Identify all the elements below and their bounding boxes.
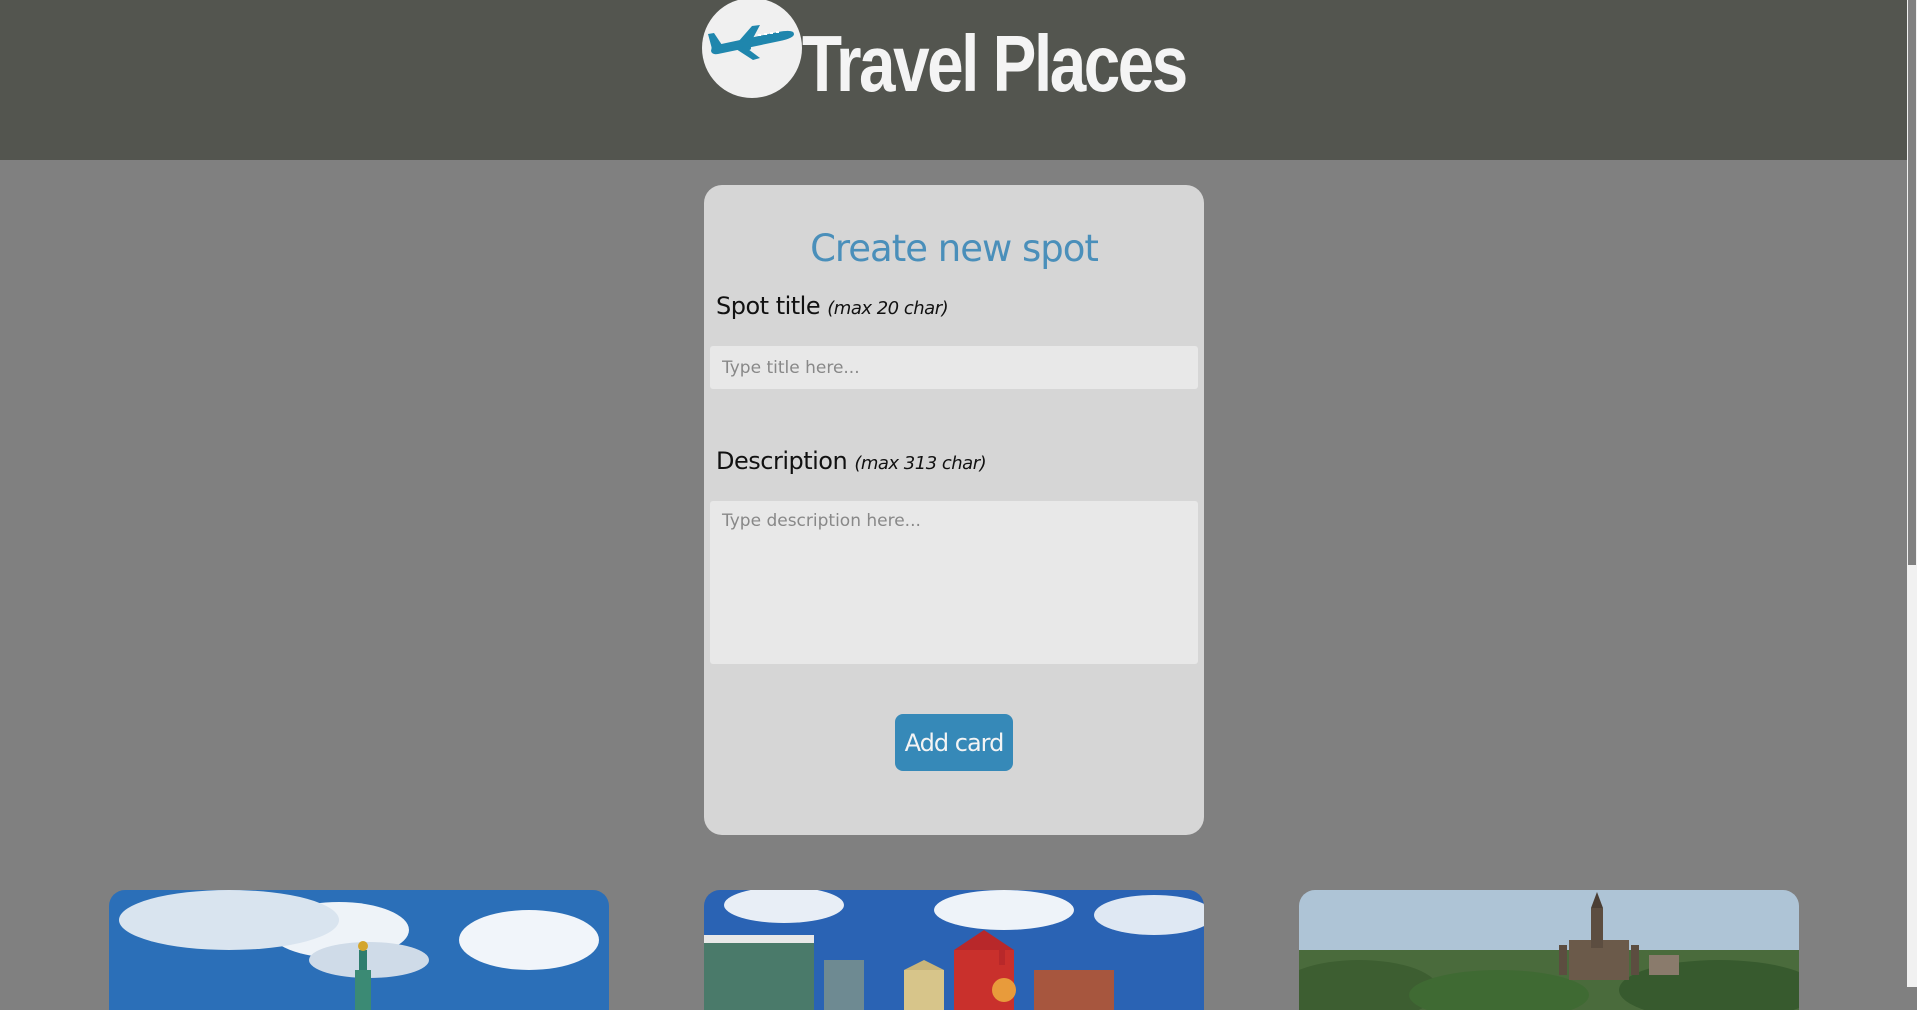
description-textarea[interactable] <box>710 501 1198 664</box>
create-spot-form: Create new spot Spot title (max 20 char)… <box>704 185 1204 835</box>
add-card-button[interactable]: Add card <box>895 714 1013 771</box>
spot-card[interactable] <box>1299 890 1799 1010</box>
spot-title-label-text: Spot title <box>716 292 821 320</box>
form-title: Create new spot <box>810 227 1099 270</box>
card-image <box>704 890 1204 1010</box>
site-title: Travel Places <box>802 19 1188 108</box>
description-label: Description (max 313 char) <box>716 447 987 475</box>
card-image <box>1299 890 1799 1010</box>
spot-card[interactable] <box>109 890 609 1010</box>
spot-title-input[interactable] <box>710 346 1198 389</box>
description-label-text: Description <box>716 447 848 475</box>
description-hint: (max 313 char) <box>854 453 987 474</box>
spot-card[interactable] <box>704 890 1204 1010</box>
airplane-icon <box>708 25 794 60</box>
logo[interactable] <box>702 0 802 98</box>
spot-title-hint: (max 20 char) <box>827 298 949 319</box>
scrollbar-thumb[interactable] <box>1908 0 1916 565</box>
site-header: Travel Places <box>0 0 1907 160</box>
card-image <box>109 890 609 1010</box>
spot-title-label: Spot title (max 20 char) <box>716 292 949 320</box>
